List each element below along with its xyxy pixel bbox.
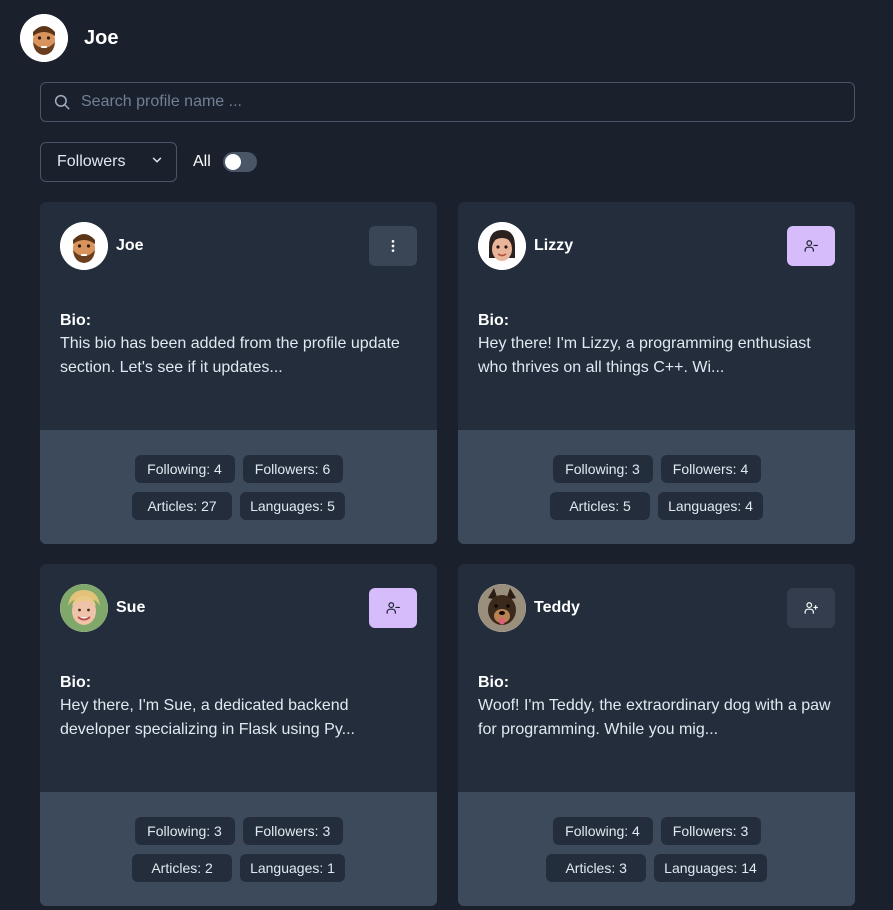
follow-button[interactable]: [787, 588, 835, 628]
unfollow-button[interactable]: [369, 588, 417, 628]
bio-text: This bio has been added from the profile…: [60, 335, 400, 376]
lizzy-memoji-icon: [478, 222, 526, 270]
following-badge: Following: 4: [552, 816, 653, 845]
toggle-knob: [224, 154, 241, 170]
articles-badge: Articles: 2: [132, 853, 233, 882]
languages-badge: Languages: 4: [658, 491, 763, 520]
card-avatar[interactable]: [60, 584, 108, 632]
bio-text: Hey there! I'm Lizzy, a programming enth…: [478, 335, 811, 376]
card-menu-button[interactable]: [369, 226, 417, 266]
user-plus-icon: [804, 602, 818, 614]
card-name[interactable]: Lizzy: [534, 237, 573, 255]
profile-card: Sue Bio: Hey there, I'm Sue, a dedicated…: [40, 564, 437, 906]
card-stats: Following: 4 Followers: 6 Articles: 27 L…: [40, 430, 437, 544]
card-stats: Following: 3 Followers: 3 Articles: 2 La…: [40, 792, 437, 906]
user-minus-icon: [804, 240, 818, 252]
unfollow-button[interactable]: [787, 226, 835, 266]
search-icon: [53, 93, 71, 111]
bio-label: Bio:: [60, 674, 92, 691]
articles-badge: Articles: 5: [550, 491, 651, 520]
following-badge: Following: 4: [134, 454, 235, 483]
card-stats: Following: 3 Followers: 4 Articles: 5 La…: [458, 430, 855, 544]
followers-badge: Followers: 3: [242, 816, 343, 845]
bio-label: Bio:: [478, 312, 510, 329]
card-name[interactable]: Teddy: [534, 599, 580, 617]
profile-card: Teddy Bio: Woof! I'm Teddy, the extraord…: [458, 564, 855, 906]
following-badge: Following: 3: [552, 454, 653, 483]
followers-badge: Followers: 4: [660, 454, 761, 483]
languages-badge: Languages: 5: [240, 491, 345, 520]
languages-badge: Languages: 1: [240, 853, 345, 882]
chevron-down-icon: [150, 153, 164, 172]
card-name[interactable]: Joe: [116, 237, 144, 255]
followers-badge: Followers: 6: [242, 454, 343, 483]
header-username: Joe: [84, 26, 119, 49]
search-input[interactable]: [71, 83, 854, 121]
card-avatar[interactable]: [478, 584, 526, 632]
articles-badge: Articles: 3: [546, 853, 647, 882]
user-avatar[interactable]: [20, 14, 68, 62]
articles-badge: Articles: 27: [132, 491, 233, 520]
all-toggle[interactable]: [222, 152, 257, 172]
more-vertical-icon: [391, 240, 395, 252]
filter-select[interactable]: Followers: [40, 142, 177, 182]
card-avatar[interactable]: [478, 222, 526, 270]
joe-memoji-icon: [20, 14, 68, 62]
bio-text: Hey there, I'm Sue, a dedicated backend …: [60, 697, 355, 738]
card-name[interactable]: Sue: [116, 599, 145, 617]
profile-header: Joe: [20, 14, 118, 62]
teddy-dog-photo-icon: [478, 584, 526, 632]
bio-label: Bio:: [60, 312, 92, 329]
followers-badge: Followers: 3: [660, 816, 761, 845]
languages-badge: Languages: 14: [654, 853, 767, 882]
all-toggle-label: All: [193, 153, 211, 170]
bio-label: Bio:: [478, 674, 510, 691]
profile-card: Joe Bio: This bio has been added from th…: [40, 202, 437, 544]
search-bar[interactable]: [40, 82, 855, 122]
bio-text: Woof! I'm Teddy, the extraordinary dog w…: [478, 697, 831, 738]
card-avatar[interactable]: [60, 222, 108, 270]
joe-memoji-icon: [60, 222, 108, 270]
user-minus-icon: [386, 602, 400, 614]
card-stats: Following: 4 Followers: 3 Articles: 3 La…: [458, 792, 855, 906]
following-badge: Following: 3: [134, 816, 235, 845]
filter-row: Followers All: [40, 142, 257, 182]
filter-select-value: Followers: [57, 153, 126, 170]
sue-photo-icon: [60, 584, 108, 632]
profile-card: Lizzy Bio: Hey there! I'm Lizzy, a progr…: [458, 202, 855, 544]
